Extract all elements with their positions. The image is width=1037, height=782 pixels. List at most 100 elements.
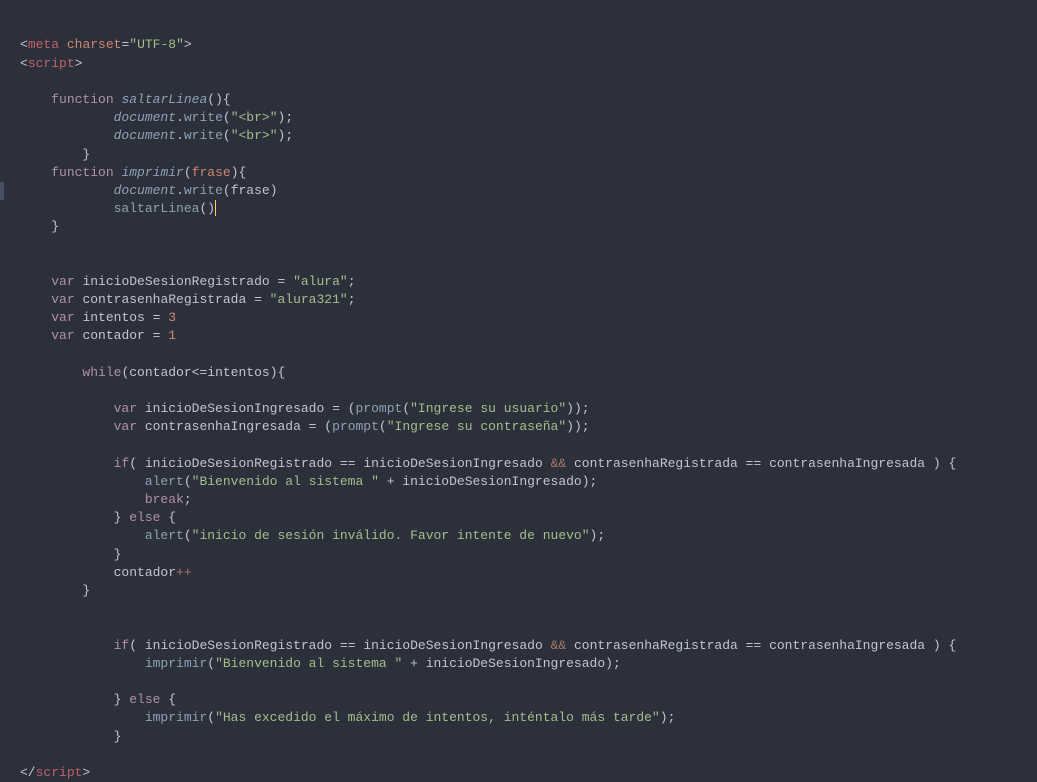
code-token: contrasenhaRegistrada	[574, 638, 738, 653]
code-token: "inicio de sesión inválido. Favor intent…	[192, 528, 590, 543]
code-token: =	[246, 292, 269, 307]
code-token: )	[270, 183, 278, 198]
code-token: (	[184, 474, 192, 489]
code-token: <	[20, 56, 28, 71]
code-token: break	[145, 492, 184, 507]
code-token: saltarLinea	[114, 201, 200, 216]
code-token: )	[582, 474, 590, 489]
code-token: "<br>"	[231, 128, 278, 143]
code-token: (	[207, 656, 215, 671]
code-token: ==	[746, 456, 762, 471]
code-token: )	[605, 656, 613, 671]
code-token: (	[223, 128, 231, 143]
code-token: var	[51, 292, 74, 307]
code-token: (	[379, 419, 387, 434]
code-token: if	[114, 456, 130, 471]
code-token: meta	[28, 37, 59, 52]
code-token: }	[82, 583, 90, 598]
code-token: ;	[348, 274, 356, 289]
code-token: inicioDeSesionRegistrado	[82, 274, 269, 289]
code-token: inicioDeSesionIngresado	[145, 401, 324, 416]
code-token: >	[75, 56, 83, 71]
code-token: >	[184, 37, 192, 52]
code-token: {	[278, 365, 286, 380]
code-token: ()	[199, 201, 215, 216]
code-token: }	[114, 729, 122, 744]
code-token: ;	[184, 492, 192, 507]
code-token: ;	[668, 710, 676, 725]
code-token: if	[114, 638, 130, 653]
code-token: intentos	[207, 365, 269, 380]
code-token: ()	[207, 92, 223, 107]
code-editor[interactable]: <meta charset="UTF-8"> <script> function…	[0, 0, 1037, 782]
code-token: (	[324, 419, 332, 434]
code-token: inicioDeSesionIngresado	[402, 474, 581, 489]
code-token: "Bienvenido al sistema "	[192, 474, 379, 489]
code-token: script	[28, 56, 75, 71]
code-token: prompt	[356, 401, 403, 416]
code-token: (	[184, 165, 192, 180]
code-token: contrasenhaIngresada	[769, 456, 925, 471]
code-token: document	[114, 183, 176, 198]
code-token: )	[566, 419, 574, 434]
code-token: (	[129, 638, 137, 653]
code-token: ;	[285, 110, 293, 125]
code-token: {	[239, 165, 247, 180]
code-token: "UTF-8"	[129, 37, 184, 52]
code-token: var	[51, 328, 74, 343]
code-token: {	[223, 92, 231, 107]
code-token: "Has excedido el máximo de intentos, int…	[215, 710, 660, 725]
code-token: var	[51, 310, 74, 325]
code-token: {	[168, 692, 176, 707]
code-token: ==	[746, 638, 762, 653]
code-token: )	[933, 638, 941, 653]
code-token: write	[184, 183, 223, 198]
code-token: =	[301, 419, 324, 434]
code-token: var	[114, 401, 137, 416]
code-token: imprimir	[121, 165, 183, 180]
code-token: <=	[192, 365, 208, 380]
code-token: "Ingrese su usuario"	[410, 401, 566, 416]
code-token: +	[402, 656, 425, 671]
code-token: charset	[67, 37, 122, 52]
code-token: "Ingrese su contraseña"	[387, 419, 566, 434]
code-token: +	[379, 474, 402, 489]
code-token: (	[223, 110, 231, 125]
code-token: =	[270, 274, 293, 289]
code-token: contrasenhaIngresada	[769, 638, 925, 653]
code-token: contrasenhaRegistrada	[574, 456, 738, 471]
code-token: (	[184, 528, 192, 543]
code-token: alert	[145, 474, 184, 489]
code-token: "alura321"	[270, 292, 348, 307]
code-token: (	[402, 401, 410, 416]
code-token: >	[82, 765, 90, 780]
code-token: contador	[129, 365, 191, 380]
code-token: function	[51, 92, 113, 107]
code-token: )	[933, 456, 941, 471]
code-token: ++	[176, 565, 192, 580]
code-token: else	[129, 692, 160, 707]
code-token: alert	[145, 528, 184, 543]
code-token: intentos	[82, 310, 144, 325]
code-token: contador	[114, 565, 176, 580]
code-token: var	[51, 274, 74, 289]
code-token: "<br>"	[231, 110, 278, 125]
code-token: &&	[551, 638, 567, 653]
code-token: )	[574, 419, 582, 434]
code-token: )	[660, 710, 668, 725]
code-token: ;	[613, 656, 621, 671]
code-token: .	[176, 128, 184, 143]
code-token: (	[129, 456, 137, 471]
code-token: }	[114, 692, 122, 707]
code-token: }	[51, 219, 59, 234]
code-token: }	[114, 510, 122, 525]
code-token: var	[114, 419, 137, 434]
code-token: )	[231, 165, 239, 180]
code-token: =	[145, 328, 168, 343]
code-token: contrasenhaRegistrada	[82, 292, 246, 307]
code-token: saltarLinea	[121, 92, 207, 107]
code-token: .	[176, 183, 184, 198]
code-token: (	[207, 710, 215, 725]
code-token: =	[145, 310, 168, 325]
code-token: script	[36, 765, 83, 780]
